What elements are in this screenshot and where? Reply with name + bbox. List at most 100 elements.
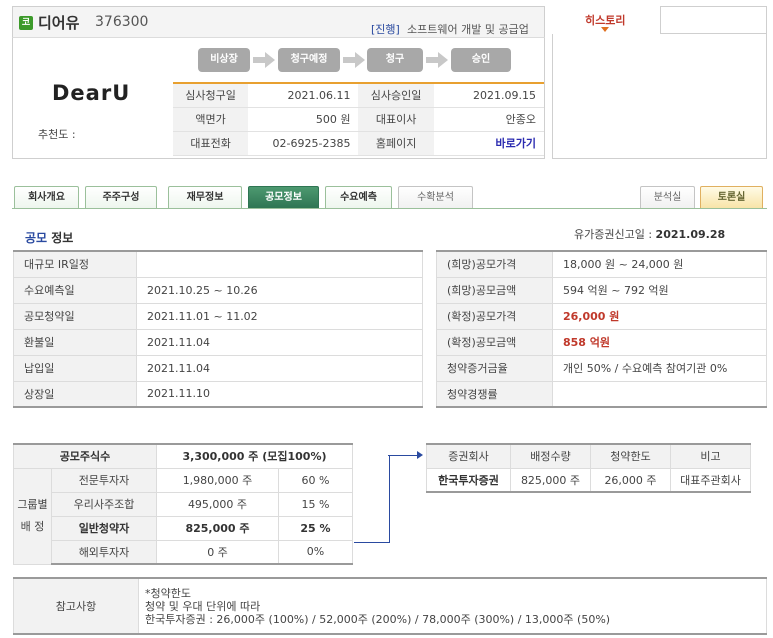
price-label: (확정)공모가격 [436, 302, 553, 330]
tab-returns-analysis[interactable]: 수확분석 [398, 186, 473, 208]
broker-name: 한국투자증권 [426, 467, 511, 493]
broker-header: 청약한도 [590, 443, 671, 469]
allocation-row-label: 일반청약자 [51, 515, 157, 541]
connector-line [354, 542, 390, 543]
tab-analysis-room[interactable]: 분석실 [640, 186, 695, 208]
schedule-label: 공모청약일 [13, 302, 137, 330]
label-review-request-date: 심사청구일 [173, 82, 249, 108]
broker-header: 배정수량 [510, 443, 591, 469]
allocation-row-shares: 495,000 주 [156, 491, 279, 517]
confirmed-amount-value: 858 억원 [552, 328, 767, 356]
label-review-approval-date: 심사승인일 [358, 82, 434, 108]
value-ceo: 안종오 [433, 107, 544, 132]
allocation-row-shares: 1,980,000 주 [156, 467, 279, 493]
price-label: (희망)공모가격 [436, 250, 553, 278]
status-tag: [진행] [371, 23, 400, 36]
tab-discussion-room[interactable]: 토론실 [700, 186, 763, 208]
recommend-label: 추천도 : [38, 128, 76, 141]
label-phone: 대표전화 [173, 131, 249, 156]
company-name: 디어유 [38, 14, 80, 32]
note-line: *청약한도 [145, 586, 191, 600]
price-value: 개인 50% / 수요예측 참여기관 0% [552, 354, 767, 382]
tab-demand-forecast[interactable]: 수요예측 [325, 186, 392, 208]
group-label-line2: 배 정 [20, 520, 45, 533]
step-filed: 청구 [367, 48, 423, 72]
allocation-row-pct: 60 % [278, 467, 353, 493]
schedule-value: 2021.11.10 [136, 380, 423, 408]
section-title-highlight: 공모 [25, 231, 48, 245]
schedule-label: 수요예측일 [13, 276, 137, 304]
schedule-label: 대규모 IR일정 [13, 250, 137, 278]
section-title: 공모 정보 [25, 229, 73, 246]
group-label-line1: 그룹별 [17, 498, 48, 511]
tab-shareholders[interactable]: 주주구성 [85, 186, 157, 208]
history-tab-label[interactable]: 히스토리 [585, 12, 625, 28]
step-unlisted: 비상장 [198, 48, 250, 72]
price-label: 청약경쟁률 [436, 380, 553, 408]
step-arrow-icon [343, 52, 365, 68]
step-planned: 청구예정 [278, 48, 340, 72]
allocation-row-pct: 25 % [278, 515, 353, 541]
connector-line [388, 455, 418, 456]
company-logo: DearU [52, 81, 131, 105]
allocation-row-pct: 15 % [278, 491, 353, 517]
note-line: 한국투자증권 : 26,000주 (100%) / 52,000주 (200%)… [145, 612, 611, 626]
market-badge-icon: 코 [19, 16, 33, 30]
step-approved: 승인 [451, 48, 511, 72]
total-shares-label: 공모주식수 [13, 443, 157, 469]
label-par-value: 액면가 [173, 107, 249, 132]
company-info-table: 심사청구일 2021.06.11 심사승인일 2021.09.15 액면가 50… [173, 82, 544, 156]
broker-qty: 825,000 주 [510, 467, 591, 493]
step-arrow-icon [253, 52, 275, 68]
total-shares-value: 3,300,000 주 (모집100%) [156, 443, 353, 469]
price-value: 594 억원 ~ 792 억원 [552, 276, 767, 304]
filing-date-value: 2021.09.28 [655, 228, 726, 241]
schedule-label: 환불일 [13, 328, 137, 356]
allocation-row-label: 전문투자자 [51, 467, 157, 493]
schedule-value: 2021.10.25 ~ 10.26 [136, 276, 423, 304]
filing-date-label: 유가증권신고일 : [574, 228, 656, 241]
schedule-label: 상장일 [13, 380, 137, 408]
arrow-right-icon [417, 451, 423, 459]
allocation-row-label: 해외투자자 [51, 539, 157, 565]
note-label: 참고사항 [13, 577, 139, 635]
value-phone: 02-6925-2385 [248, 131, 359, 156]
group-allocation-label: 그룹별배 정 [13, 467, 52, 565]
allocation-row-shares: 825,000 주 [156, 515, 279, 541]
label-homepage: 홈페이지 [358, 131, 434, 156]
allocation-row-shares: 0 주 [156, 539, 279, 565]
note-body: *청약한도 청약 및 우대 단위에 따라 한국투자증권 : 26,000주 (1… [138, 577, 767, 635]
connector-line [389, 455, 390, 543]
tab-bar-underline [12, 208, 767, 209]
price-label: (확정)공모금액 [436, 328, 553, 356]
schedule-value [136, 250, 423, 278]
price-value [552, 380, 767, 408]
value-review-approval-date: 2021.09.15 [433, 82, 544, 108]
allocation-table: 공모주식수 3,300,000 주 (모집100%) 그룹별 배 정 전문투자자 … [13, 443, 353, 565]
schedule-value: 2021.11.04 [136, 328, 423, 356]
broker-limit: 26,000 주 [590, 467, 671, 493]
price-label: (희망)공모금액 [436, 276, 553, 304]
broker-table: 증권회사 배정수량 청약한도 비고 한국투자증권 825,000 주 26,00… [426, 443, 751, 493]
price-label: 청약증거금율 [436, 354, 553, 382]
confirmed-price-value: 26,000 원 [552, 302, 767, 330]
homepage-link[interactable]: 바로가기 [433, 131, 544, 156]
schedule-value: 2021.11.04 [136, 354, 423, 382]
broker-header: 증권회사 [426, 443, 511, 469]
tab-offering-info[interactable]: 공모정보 [248, 186, 319, 208]
caret-down-icon [601, 27, 609, 32]
price-value: 18,000 원 ~ 24,000 원 [552, 250, 767, 278]
allocation-row-label: 우리사주조합 [51, 491, 157, 517]
industry-label: 소프트웨어 개발 및 공급업 [407, 23, 529, 36]
note-line: 청약 및 우대 단위에 따라 [145, 599, 261, 613]
section-title-rest: 정보 [47, 231, 74, 245]
price-table: (희망)공모가격 18,000 원 ~ 24,000 원 (희망)공모금액 594 … [436, 250, 767, 408]
company-code: 376300 [95, 14, 149, 30]
tab-financials[interactable]: 재무정보 [168, 186, 242, 208]
allocation-row-pct: 0% [278, 539, 353, 565]
value-review-request-date: 2021.06.11 [248, 82, 359, 108]
broker-header: 비고 [670, 443, 751, 469]
tab-company-overview[interactable]: 회사개요 [14, 186, 79, 208]
note-table: 참고사항 *청약한도 청약 및 우대 단위에 따라 한국투자증권 : 26,00… [13, 577, 767, 635]
step-arrow-icon [426, 52, 448, 68]
